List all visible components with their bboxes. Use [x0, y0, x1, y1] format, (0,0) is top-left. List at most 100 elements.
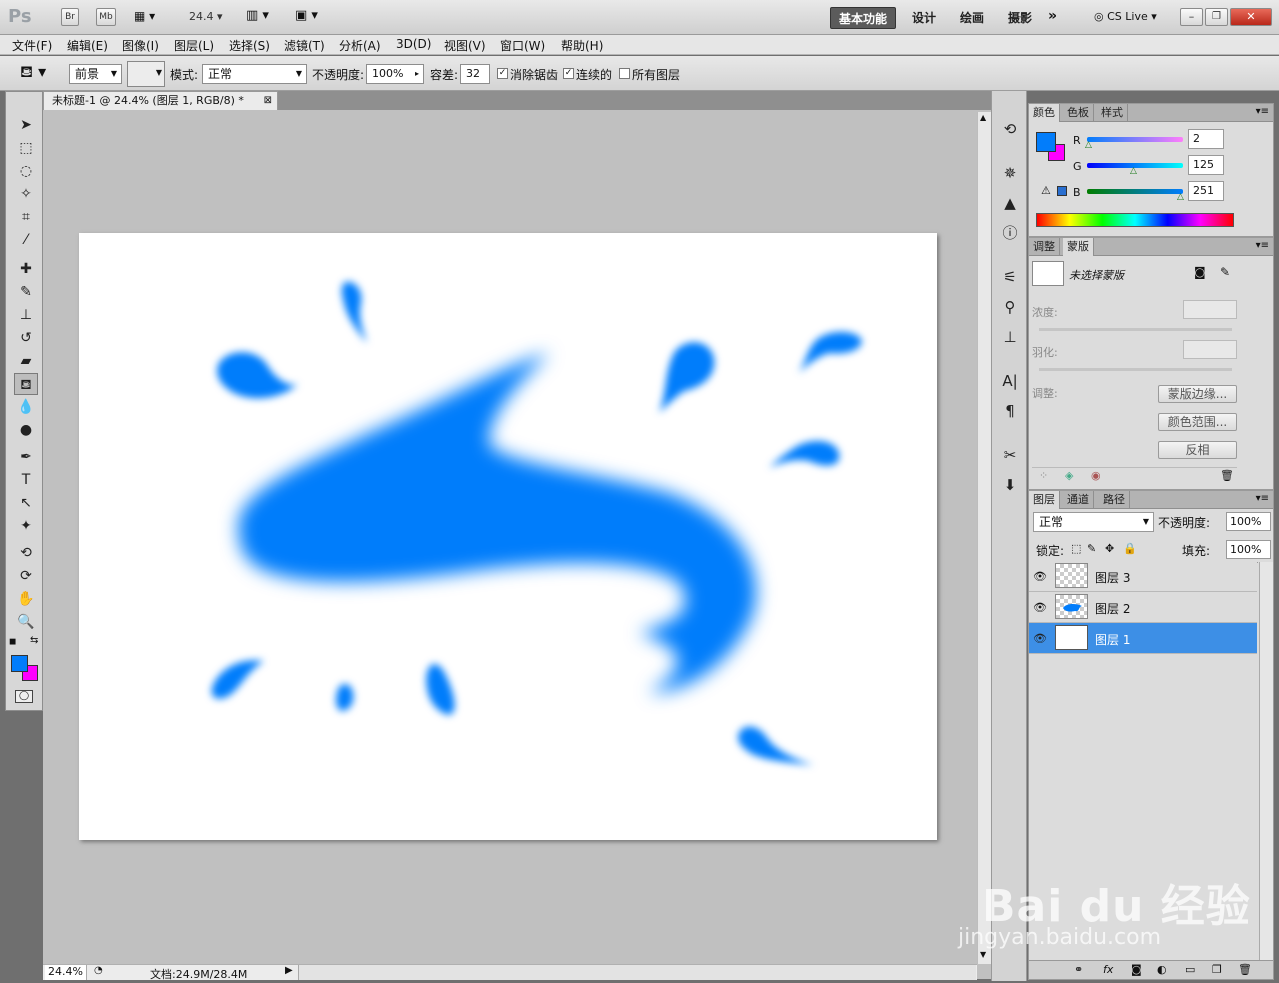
paragraph-panel-icon[interactable]: ¶	[999, 400, 1021, 422]
hand-tool-icon[interactable]: ✋	[14, 588, 38, 610]
contiguous-checkbox[interactable]: ✓	[563, 68, 574, 79]
color-range-button[interactable]: 颜色范围...	[1158, 413, 1237, 431]
delete-layer-icon[interactable]: 🗑	[1238, 963, 1252, 976]
color-spectrum-bar[interactable]	[1036, 213, 1234, 227]
foreground-color-swatch[interactable]	[11, 655, 28, 672]
tab-styles[interactable]: 样式	[1097, 104, 1128, 122]
lock-all-icon[interactable]: 🔒	[1123, 542, 1137, 555]
scroll-up-icon[interactable]: ▲	[980, 113, 986, 122]
tolerance-input[interactable]: 32	[460, 64, 490, 84]
workspace-painting[interactable]: 绘画	[952, 7, 992, 29]
brush-presets-panel-icon[interactable]: ⚟	[999, 266, 1021, 288]
r-slider-handle[interactable]: △	[1085, 140, 1092, 150]
more-workspaces-icon[interactable]: »	[1048, 8, 1057, 24]
brush-tool-icon[interactable]: ✎	[14, 281, 38, 303]
eraser-tool-icon[interactable]: ▰	[14, 350, 38, 372]
lasso-tool-icon[interactable]: ◌	[14, 160, 38, 182]
3d-panel-icon[interactable]: ⬇	[999, 474, 1021, 496]
panel-menu-icon[interactable]: ▾≡	[1256, 240, 1269, 251]
3d-orbit-tool-icon[interactable]: ⟳	[14, 565, 38, 587]
menu-view[interactable]: 视图(V)	[444, 37, 486, 54]
fill-source-select[interactable]: 前景 ▼	[69, 64, 122, 84]
out-of-gamut-warning-icon[interactable]: ⚠	[1041, 184, 1051, 197]
visibility-eye-icon[interactable]: 👁	[1033, 570, 1047, 583]
visibility-eye-icon[interactable]: 👁	[1033, 601, 1047, 614]
menu-filter[interactable]: 滤镜(T)	[284, 37, 325, 54]
cs-live-button[interactable]: ◎ CS Live ▾	[1094, 10, 1157, 23]
blur-tool-icon[interactable]: 💧	[14, 396, 38, 418]
type-tool-icon[interactable]: T	[14, 469, 38, 491]
b-slider[interactable]	[1087, 189, 1183, 194]
r-value-input[interactable]: 2	[1188, 129, 1224, 149]
invert-button[interactable]: 反相	[1158, 441, 1237, 459]
opacity-input[interactable]: 100% ▸	[366, 64, 424, 84]
pen-tool-icon[interactable]: ✒	[14, 446, 38, 468]
view-extras-icon[interactable]: ▦ ▾	[134, 9, 164, 25]
3d-rotate-tool-icon[interactable]: ⟲	[14, 542, 38, 564]
layer-style-icon[interactable]: fx	[1103, 963, 1113, 976]
apply-mask-icon[interactable]: ◈	[1065, 469, 1073, 482]
zoom-field[interactable]: 24.4%	[45, 965, 87, 980]
load-selection-icon[interactable]: ⁘	[1039, 469, 1048, 482]
g-value-input[interactable]: 125	[1188, 155, 1224, 175]
antialias-checkbox[interactable]: ✓	[497, 68, 508, 79]
fill-input[interactable]: 100%	[1226, 540, 1271, 559]
panel-menu-icon[interactable]: ▾≡	[1256, 106, 1269, 117]
paint-bucket-preset-icon[interactable]: ⛾ ▾	[20, 62, 46, 83]
histogram-panel-icon[interactable]: ▲	[999, 192, 1021, 214]
workspace-essentials[interactable]: 基本功能	[830, 7, 897, 29]
menu-edit[interactable]: 编辑(E)	[67, 37, 108, 54]
minibridge-button[interactable]: Mb	[96, 8, 116, 26]
tab-color[interactable]: 颜色	[1029, 104, 1060, 122]
tool-presets-panel-icon[interactable]: ✂	[999, 444, 1021, 466]
arrange-documents-icon[interactable]: ▥ ▾	[246, 8, 269, 23]
healing-brush-tool-icon[interactable]: ✚	[14, 258, 38, 280]
menu-layer[interactable]: 图层(L)	[174, 37, 214, 54]
feather-input[interactable]	[1183, 340, 1237, 359]
layer-opacity-input[interactable]: 100%	[1226, 512, 1271, 531]
history-panel-icon[interactable]: ⟲	[999, 118, 1021, 140]
pixel-mask-icon[interactable]: ◙	[1194, 265, 1206, 279]
tab-layers[interactable]: 图层	[1029, 491, 1060, 509]
menu-3d[interactable]: 3D(D)	[396, 37, 431, 51]
scroll-down-icon[interactable]: ▼	[980, 950, 986, 959]
zoom-level-select[interactable]: 24.4 ▾	[189, 10, 223, 23]
character-panel-icon[interactable]: A|	[999, 370, 1021, 392]
mask-edge-button[interactable]: 蒙版边缘...	[1158, 385, 1237, 403]
document-tab[interactable]: 未标题-1 @ 24.4% (图层 1, RGB/8) * ⊠	[43, 91, 278, 110]
navigator-panel-icon[interactable]: ✵	[999, 162, 1021, 184]
close-tab-icon[interactable]: ⊠	[264, 92, 272, 110]
menu-analysis[interactable]: 分析(A)	[339, 37, 381, 54]
disable-mask-icon[interactable]: ◉	[1091, 469, 1101, 482]
path-selection-tool-icon[interactable]: ↖	[14, 492, 38, 514]
b-value-input[interactable]: 251	[1188, 181, 1224, 201]
swap-colors-icon[interactable]: ⇆	[30, 635, 38, 646]
tab-adjustments[interactable]: 调整	[1029, 238, 1060, 256]
visibility-eye-icon[interactable]: 👁	[1033, 632, 1047, 645]
panel-menu-icon[interactable]: ▾≡	[1256, 493, 1269, 504]
workspace-photography[interactable]: 摄影	[1000, 7, 1040, 29]
vertical-scrollbar[interactable]: ▲ ▼	[977, 112, 991, 964]
r-slider[interactable]	[1087, 137, 1183, 142]
density-slider[interactable]	[1039, 328, 1232, 331]
image-canvas[interactable]	[79, 233, 937, 840]
crop-tool-icon[interactable]: ⌗	[14, 206, 38, 228]
clone-source-panel-icon[interactable]: ⊥	[999, 326, 1021, 348]
screen-mode-icon[interactable]: ▣ ▾	[295, 8, 318, 23]
quick-select-tool-icon[interactable]: ✧	[14, 183, 38, 205]
vector-mask-icon[interactable]: ✎	[1220, 265, 1230, 279]
mode-select[interactable]: 正常 ▼	[202, 64, 307, 84]
dodge-tool-icon[interactable]: ●	[14, 419, 38, 441]
density-input[interactable]	[1183, 300, 1237, 319]
status-menu-arrow-icon[interactable]: ▶	[285, 965, 293, 976]
status-info-icon[interactable]: ◔	[94, 965, 103, 976]
layers-scrollbar[interactable]	[1259, 562, 1273, 960]
close-button[interactable]: ✕	[1230, 8, 1272, 26]
gamut-color-swatch[interactable]	[1057, 186, 1067, 196]
shape-tool-icon[interactable]: ✦	[14, 515, 38, 537]
link-layers-icon[interactable]: ⚭	[1074, 963, 1083, 976]
brush-panel-icon[interactable]: ⚲	[999, 296, 1021, 318]
move-tool-icon[interactable]: ➤	[14, 114, 38, 136]
lock-transparency-icon[interactable]: ⬚	[1071, 542, 1081, 555]
bridge-button[interactable]: Br	[61, 8, 79, 26]
